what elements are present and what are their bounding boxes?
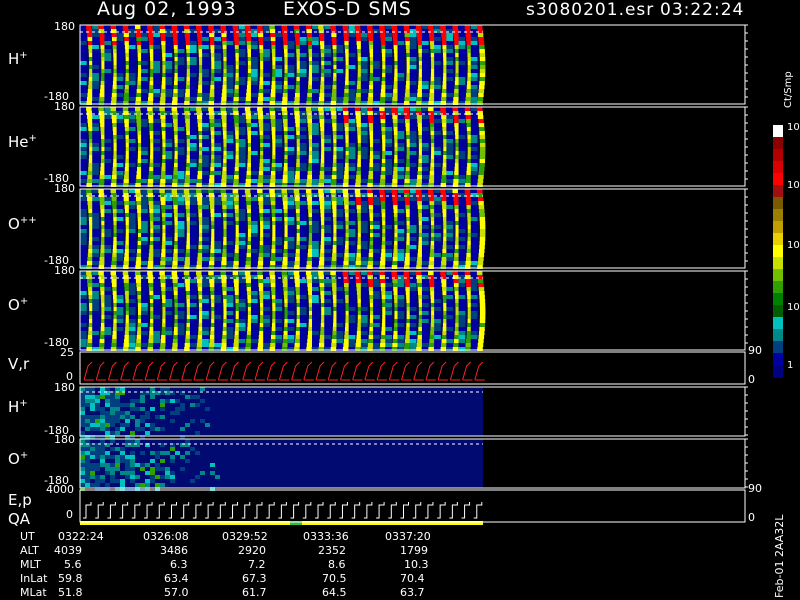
tick-p4-top: 180: [54, 264, 75, 277]
colorbar-label-1: 1: [787, 360, 794, 371]
colorbar-swatch: [773, 233, 783, 246]
cell: 67.3: [242, 572, 267, 585]
tick-p3-top: 180: [54, 182, 75, 195]
colorbar-swatch: [773, 365, 783, 378]
vertical-footer-label: Feb-01 2AA32L: [773, 514, 786, 598]
colorbar-swatch: [773, 353, 783, 366]
colorbar-swatch: [773, 221, 783, 234]
row-label: MLT: [20, 558, 41, 571]
cell: 0329:52: [222, 530, 268, 543]
cell: 0326:08: [143, 530, 189, 543]
colorbar-swatch: [773, 281, 783, 294]
tick-low-h-top: 180: [54, 381, 75, 394]
table-row-ut: UT 0322:24 0326:08 0329:52 0333:36 0337:…: [0, 530, 520, 544]
cell: 1799: [400, 544, 428, 557]
cell: 0337:20: [385, 530, 431, 543]
panel-label-vr: V,r: [8, 355, 30, 373]
ep-frame: [79, 489, 746, 523]
heatmap-layer: [80, 25, 745, 525]
cell: 8.6: [328, 558, 346, 571]
colorbar-swatch: [773, 293, 783, 306]
colorbar-label-10e4: 10^4: [787, 122, 800, 133]
tick-ep-right-top: 90: [748, 482, 762, 495]
cell: 2920: [238, 544, 266, 557]
tick-low-o-top: 180: [54, 433, 75, 446]
cell: 64.5: [322, 586, 347, 599]
colorbar-swatch: [773, 245, 783, 258]
tick-p2-top: 180: [54, 100, 75, 113]
colorbar-swatch: [773, 329, 783, 342]
colorbar-swatch: [773, 269, 783, 282]
colorbar-swatch: [773, 209, 783, 222]
colorbar-label-10e3: 10^3: [787, 180, 800, 191]
panel-label-he-plus: He+: [8, 133, 37, 151]
row-label: ALT: [20, 544, 39, 557]
table-row-alt: ALT 4039 3486 2920 2352 1799: [0, 544, 520, 558]
cell: 70.5: [322, 572, 347, 585]
colorbar-label-10: 10: [787, 302, 800, 313]
colorbar-swatch: [773, 317, 783, 330]
cell: 61.7: [242, 586, 267, 599]
table-row-mlat: MLat 51.8 57.0 61.7 64.5 63.7: [0, 586, 520, 600]
colorbar-swatch: [773, 173, 783, 186]
cell: 59.8: [58, 572, 83, 585]
cell: 6.3: [170, 558, 188, 571]
colorbar-swatch: [773, 305, 783, 318]
colorbar-units: Ct/Smp: [783, 71, 794, 108]
colorbar-swatch: [773, 185, 783, 198]
cell: 2352: [318, 544, 346, 557]
cell: 4039: [54, 544, 82, 557]
colorbar-swatch: [773, 197, 783, 210]
cell: 70.4: [400, 572, 425, 585]
tick-p1-top: 180: [54, 20, 75, 33]
cell: 10.3: [404, 558, 429, 571]
cell: 51.8: [58, 586, 83, 599]
colorbar-swatch: [773, 149, 783, 162]
panel-label-o-plus: O+: [8, 296, 29, 314]
tick-ep-bottom: 0: [66, 508, 73, 521]
cell: 57.0: [164, 586, 189, 599]
colorbar-swatch: [773, 125, 783, 138]
panel-label-o-plusplus: O++: [8, 215, 37, 233]
colorbar-swatch: [773, 341, 783, 354]
cell: 7.2: [248, 558, 266, 571]
table-row-mlt: MLT 5.6 6.3 7.2 8.6 10.3: [0, 558, 520, 572]
spectrogram-plot: [79, 24, 748, 525]
tick-ep-top: 4000: [46, 483, 74, 496]
cell: 63.4: [164, 572, 189, 585]
tick-vr-right-top: 90: [748, 344, 762, 357]
tick-ep-right-bottom: 0: [748, 511, 755, 524]
row-label: MLat: [20, 586, 47, 599]
cell: 0322:24: [58, 530, 104, 543]
vr-frame: [79, 351, 746, 385]
cell: 5.6: [64, 558, 82, 571]
panel-label-qa: QA: [8, 510, 31, 528]
colorbar-label-100: 100: [787, 240, 800, 251]
colorbar-swatch: [773, 257, 783, 270]
cell: 0333:36: [303, 530, 349, 543]
panel-label-low-h-plus: H+: [8, 398, 28, 416]
panel-label-ep: E,p: [8, 491, 32, 509]
row-label: UT: [20, 530, 35, 543]
panel-label-h-plus: H+: [8, 50, 28, 68]
panel-label-low-o-plus: O+: [8, 450, 29, 468]
cell: 3486: [160, 544, 188, 557]
cell: 63.7: [400, 586, 425, 599]
tick-vr-right-bottom: 0: [748, 373, 755, 386]
ephemeris-table: UT 0322:24 0326:08 0329:52 0333:36 0337:…: [0, 530, 520, 600]
colorbar-swatch: [773, 137, 783, 150]
colorbar-swatch: [773, 161, 783, 174]
colorbar: [773, 125, 783, 378]
row-label: InLat: [20, 572, 48, 585]
table-row-inlat: InLat 59.8 63.4 67.3 70.5 70.4: [0, 572, 520, 586]
tick-vr-top: 25: [60, 346, 74, 359]
